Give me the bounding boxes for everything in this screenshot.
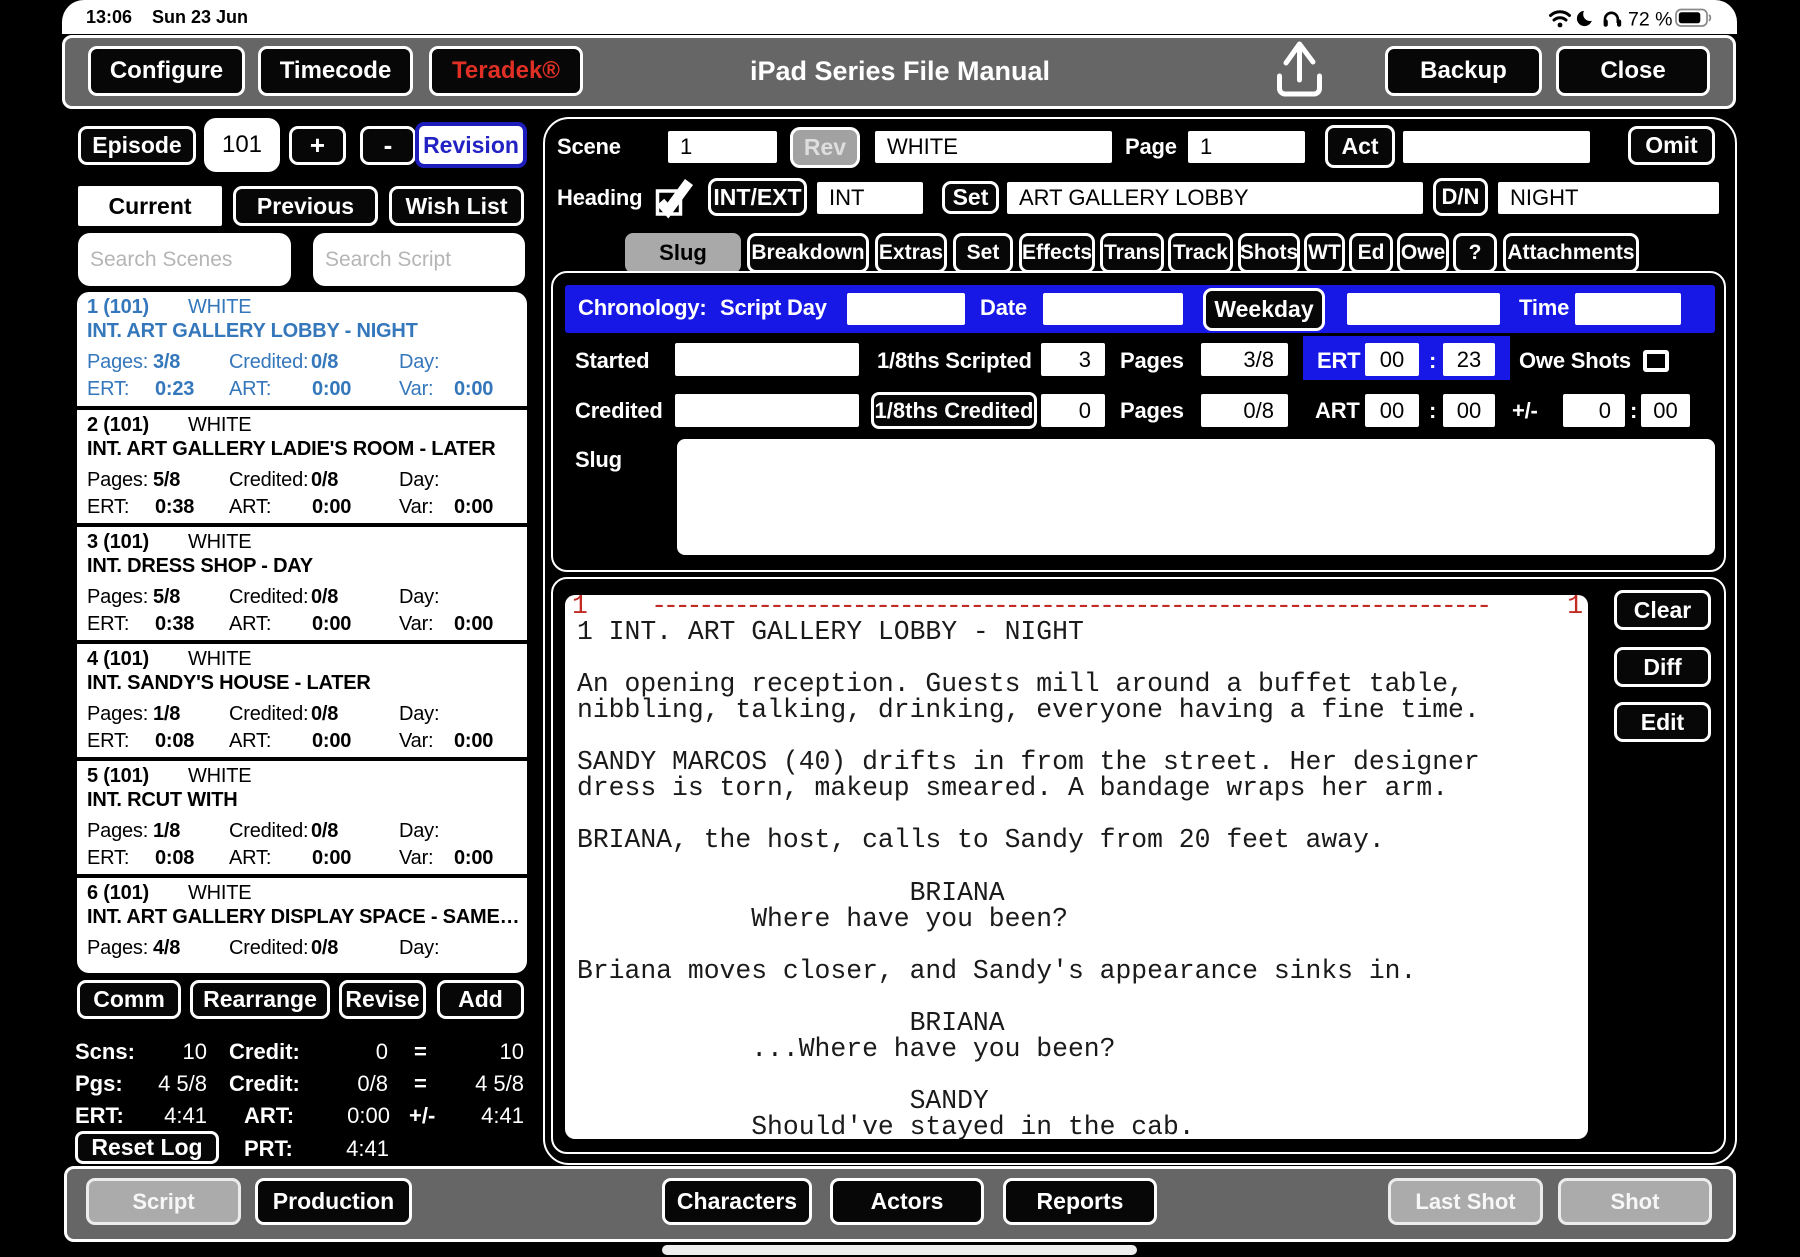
svg-text:72 %: 72 % — [1628, 9, 1672, 31]
